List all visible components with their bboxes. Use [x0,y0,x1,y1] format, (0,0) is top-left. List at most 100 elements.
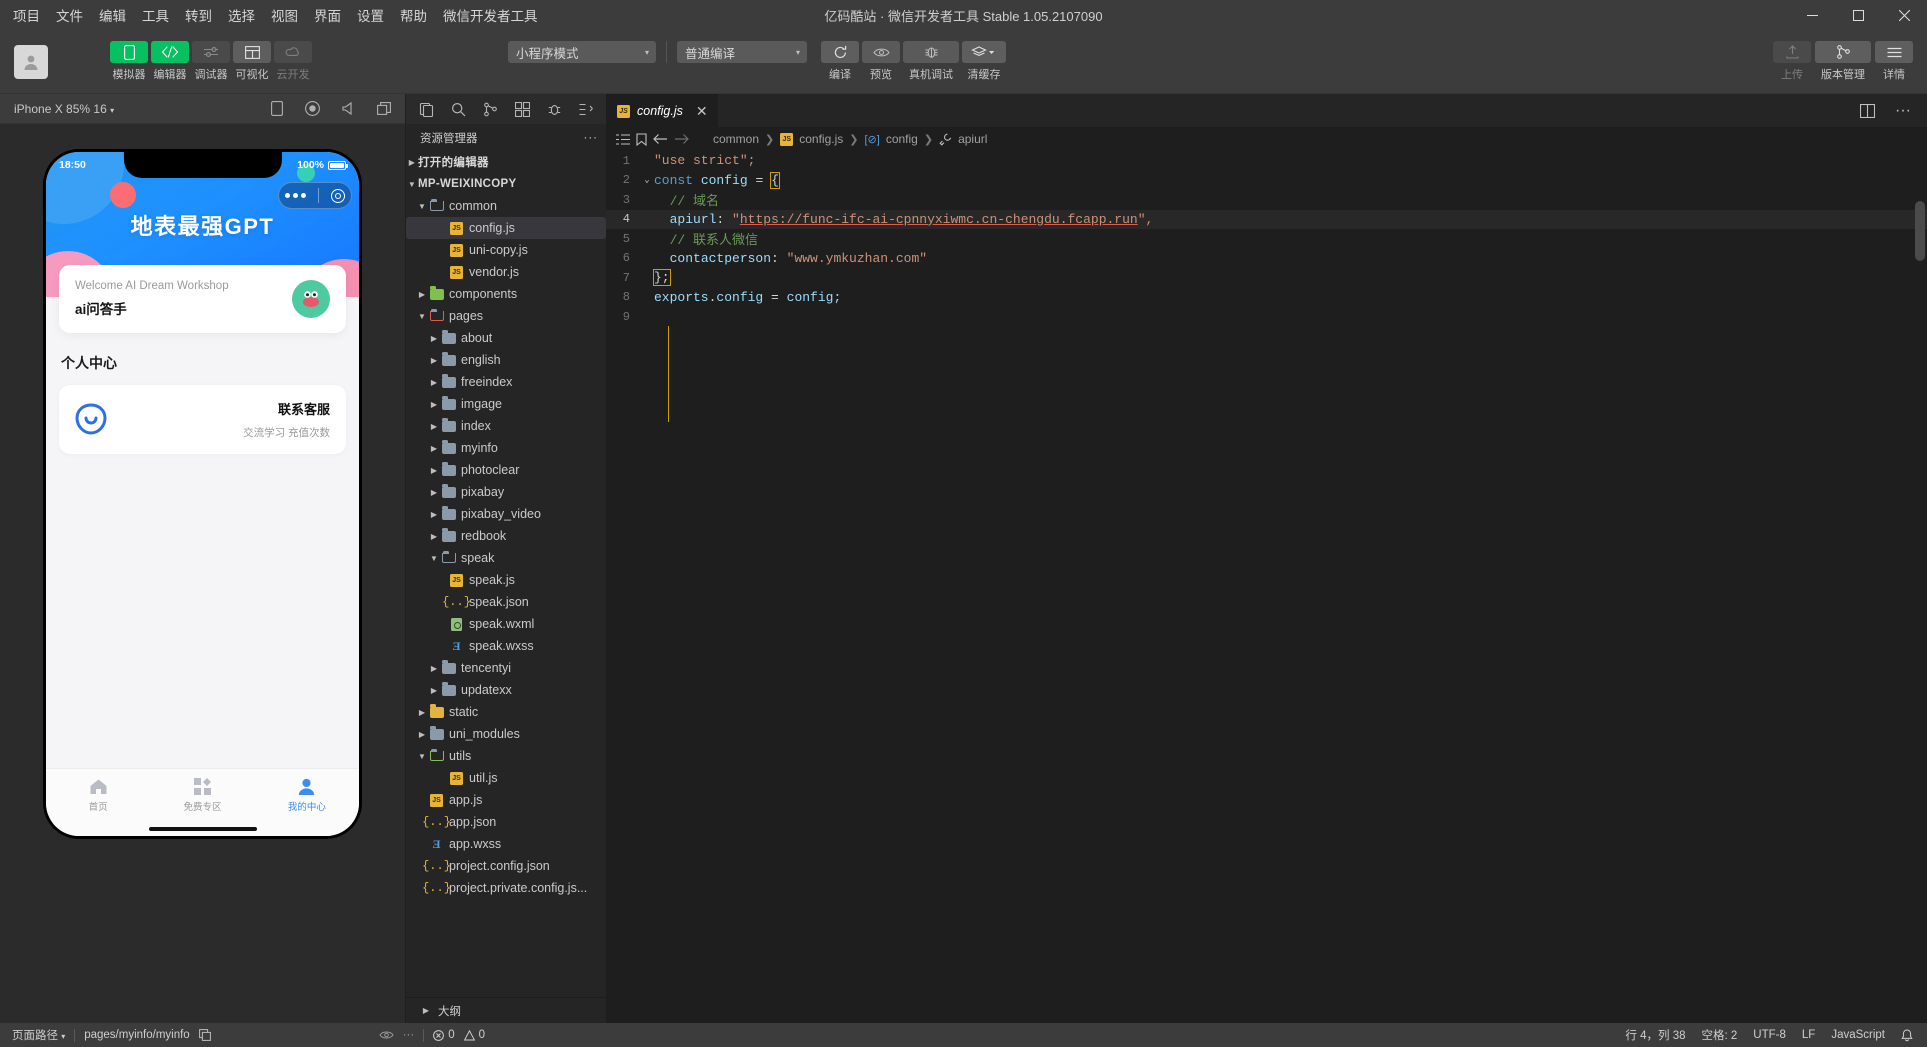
close-icon[interactable]: ✕ [696,103,708,120]
service-card[interactable]: 联系客服 交流学习 充值次数 [59,385,346,454]
menu-item-interface[interactable]: 界面 [313,3,342,27]
tree-item-app-js[interactable]: JS app.js [406,789,606,811]
collapse-icon[interactable] [579,102,594,117]
tree-item-about[interactable]: ▶ about [406,327,606,349]
back-arrow-icon[interactable] [653,133,668,145]
tree-item-speak-wxml[interactable]: speak.wxml [406,613,606,635]
tree-item-static[interactable]: ▶ static [406,701,606,723]
tree-item-imgage[interactable]: ▶ imgage [406,393,606,415]
chevron-down-icon[interactable]: ⌄ [640,175,654,185]
tree-item-project-root[interactable]: ▼ MP-WEIXINCOPY [406,173,606,195]
toolbar-button-version-control[interactable]: 版本管理 [1815,41,1871,82]
tab-home[interactable]: 首页 [46,769,150,822]
outline-icon[interactable] [616,134,630,145]
menu-item-view[interactable]: 视图 [270,3,299,27]
breadcrumb-item-config-js[interactable]: config.js [799,132,843,146]
bell-icon[interactable] [1901,1029,1913,1042]
tree-item-components[interactable]: ▶ components [406,283,606,305]
rotate-icon[interactable] [271,101,283,116]
tree-item-app-json[interactable]: {..} app.json [406,811,606,833]
tree-item-config-js[interactable]: JS config.js [406,217,606,239]
menu-item-tools[interactable]: 工具 [141,3,170,27]
tree-item-vendor-js[interactable]: JS vendor.js [406,261,606,283]
tab-my-center[interactable]: 我的中心 [255,769,359,822]
menu-item-help[interactable]: 帮助 [399,3,428,27]
breadcrumb-item-common[interactable]: common [713,132,759,146]
outline-section[interactable]: ▶ 大纲 [406,997,606,1023]
volume-icon[interactable] [342,102,355,115]
tree-item-redbook[interactable]: ▶ redbook [406,525,606,547]
tree-item-app-wxss[interactable]: Ǝ app.wxss [406,833,606,855]
toolbar-button-visual[interactable]: 可视化 [233,41,271,82]
editor-tab-config-js[interactable]: JS config.js ✕ [606,94,718,127]
split-editor-icon[interactable] [1860,104,1875,118]
tree-item-speak-json[interactable]: {..} speak.json [406,591,606,613]
record-icon[interactable] [305,101,320,116]
tree-item-util-js[interactable]: JS util.js [406,767,606,789]
eye-icon[interactable] [379,1030,394,1040]
warning-count[interactable]: 0 [464,1029,485,1041]
extensions-icon[interactable] [515,102,530,117]
tree-item-project-config-json[interactable]: {..} project.config.json [406,855,606,877]
more-actions-icon[interactable]: ··· [1895,102,1911,120]
menu-item-goto[interactable]: 转到 [184,3,213,27]
page-path-select[interactable]: 页面路径 ▾ [12,1027,65,1043]
avatar[interactable] [14,45,48,79]
menu-item-devtools[interactable]: 微信开发者工具 [442,3,539,27]
tree-item-pixabay[interactable]: ▶ pixabay [406,481,606,503]
editor-scrollbar[interactable] [1915,201,1925,261]
toolbar-button-clear-cache[interactable]: 清缓存 [962,41,1006,82]
mode-select[interactable]: 小程序模式 ▾ [508,41,656,63]
toolbar-button-debugger[interactable]: 调试器 [192,41,230,82]
wechat-capsule[interactable] [278,182,352,209]
toolbar-button-preview[interactable]: 预览 [862,41,900,82]
tree-item-pages[interactable]: ▼ pages [406,305,606,327]
explorer-more-icon[interactable]: ··· [584,132,599,144]
toolbar-button-upload[interactable]: 上传 [1773,41,1811,82]
tree-item-common[interactable]: ▼ common [406,195,606,217]
tree-item-updatexx[interactable]: ▶ updatexx [406,679,606,701]
more-icon[interactable]: ··· [403,1029,415,1041]
minimize-icon[interactable] [1789,0,1835,30]
menu-item-edit[interactable]: 编辑 [98,3,127,27]
device-select[interactable]: iPhone X 85% 16 ▾ [14,102,114,116]
maximize-icon[interactable] [1835,0,1881,30]
menu-item-file[interactable]: 文件 [55,3,84,27]
toolbar-button-cloud[interactable]: 云开发 [274,41,312,82]
toolbar-button-simulator[interactable]: 模拟器 [110,41,148,82]
tree-item-tencentyi[interactable]: ▶ tencentyi [406,657,606,679]
tree-item-speak[interactable]: ▼ speak [406,547,606,569]
new-file-icon[interactable] [419,102,434,117]
source-control-icon[interactable] [483,102,498,117]
tab-free-zone[interactable]: 免费专区 [150,769,254,822]
tree-item-utils[interactable]: ▼ utils [406,745,606,767]
encoding[interactable]: UTF-8 [1753,1029,1786,1041]
indentation[interactable]: 空格: 2 [1702,1027,1738,1043]
window-icon[interactable] [377,102,391,115]
debug-icon[interactable] [547,102,562,117]
menu-item-select[interactable]: 选择 [227,3,256,27]
code-token-url[interactable]: https://func-ifc-ai-cpnnyxiwmc.cn-chengd… [740,212,1138,227]
tree-item-myinfo[interactable]: ▶ myinfo [406,437,606,459]
user-card[interactable]: Welcome AI Dream Workshop ai问答手 [59,265,346,333]
bookmark-icon[interactable] [636,133,647,146]
error-count[interactable]: 0 [433,1029,454,1041]
tree-item-pixabay-video[interactable]: ▶ pixabay_video [406,503,606,525]
forward-arrow-icon[interactable] [674,133,689,145]
code-area[interactable]: 1 "use strict"; 2 ⌄ const config = { 3 /… [606,151,1927,1023]
tree-item-photoclear[interactable]: ▶ photoclear [406,459,606,481]
eol-sequence[interactable]: LF [1802,1029,1815,1041]
tree-item-uni-modules[interactable]: ▶ uni_modules [406,723,606,745]
tree-item-uni-copy-js[interactable]: JS uni-copy.js [406,239,606,261]
compile-select[interactable]: 普通编译 ▾ [677,41,807,63]
menu-item-project[interactable]: 项目 [12,3,41,27]
tree-item-open-editors[interactable]: ▶ 打开的编辑器 [406,151,606,173]
tree-item-project-private-config[interactable]: {..} project.private.config.js... [406,877,606,899]
tree-item-freeindex[interactable]: ▶ freeindex [406,371,606,393]
cursor-position[interactable]: 行 4，列 38 [1625,1027,1685,1043]
tree-item-english[interactable]: ▶ english [406,349,606,371]
breadcrumb-item-config[interactable]: config [886,132,918,146]
toolbar-button-compile[interactable]: 编译 [821,41,859,82]
breadcrumb-item-apiurl[interactable]: apiurl [958,132,987,146]
toolbar-button-details[interactable]: 详情 [1875,41,1913,82]
